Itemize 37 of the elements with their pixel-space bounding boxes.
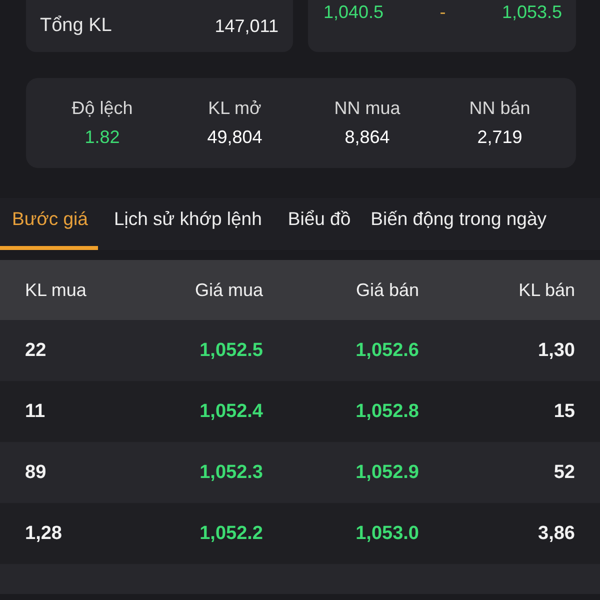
- column-header: KL mua: [25, 280, 88, 300]
- table-cell-text: 1,052.9: [354, 462, 419, 484]
- stat-label: NN bán: [469, 98, 530, 119]
- table-cell-text: 3,86: [537, 522, 575, 544]
- total-volume-label: Tổng KL: [40, 15, 112, 37]
- tab[interactable]: Biến động trong ngày: [364, 198, 557, 250]
- table-cell-text: 22: [25, 340, 48, 362]
- column-header: Giá mua: [194, 280, 263, 300]
- table-cell-text: 1,052.8: [354, 400, 419, 422]
- stat-label: KL mở: [208, 98, 262, 119]
- table-cell-text: 1,053.0: [354, 522, 419, 544]
- stat-value: 8,864: [344, 127, 390, 148]
- table-cell-text: 15: [552, 400, 575, 422]
- column-header: KL bán: [518, 280, 575, 300]
- range-low-value: 1,040.5: [324, 2, 384, 23]
- total-volume-value: 147,011: [214, 16, 278, 36]
- stat-value: 1.82: [84, 127, 120, 148]
- column-header: Giá bán: [354, 280, 419, 300]
- stat-label: NN mua: [334, 98, 400, 119]
- table-cell-text: 1,052.3: [198, 462, 263, 484]
- table-cell-text: 1,30: [537, 340, 575, 362]
- range-high-value: 1,053.5: [502, 2, 562, 23]
- table-cell-text: 1,052.4: [198, 400, 263, 422]
- stat-value: 49,804: [207, 127, 262, 148]
- stat-value: 2,719: [477, 127, 522, 148]
- table-cell-text: 1,052.5: [198, 340, 263, 362]
- table-cell-text: 1,28: [25, 522, 63, 544]
- stat-label: Độ lệch: [72, 98, 133, 119]
- table-cell-text: 1,052.6: [354, 340, 419, 362]
- range-separator: -: [440, 2, 446, 23]
- tab[interactable]: Lịch sử khớp lệnh: [102, 198, 272, 250]
- tab[interactable]: Bước giá: [0, 198, 98, 250]
- table-cell-text: 1,052.2: [198, 522, 263, 544]
- tab[interactable]: Biểu đồ: [276, 198, 361, 250]
- table-cell-text: 11: [25, 400, 46, 422]
- table-cell-text: 89: [25, 462, 48, 484]
- table-cell-text: 52: [552, 462, 575, 484]
